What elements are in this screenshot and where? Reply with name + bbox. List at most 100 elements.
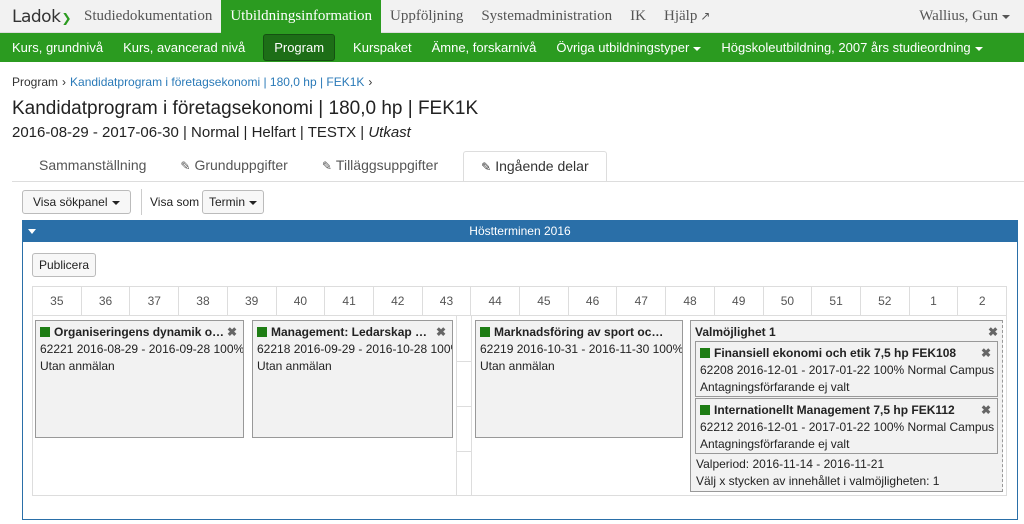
chevron-down-icon (693, 46, 702, 51)
week-header: 49 (715, 287, 764, 315)
week-header: 2 (958, 287, 1008, 315)
tab-tillaggsuppgifter[interactable]: ✎ Tilläggsuppgifter (305, 151, 455, 182)
logo-mark-icon: ❯ (61, 11, 71, 25)
course-details: 62219 2016-10-31 - 2016-11-30 100% Norma… (480, 342, 682, 356)
course-details: 62218 2016-09-29 - 2016-10-28 100% Norma… (257, 342, 452, 356)
course-application: Utan anmälan (257, 359, 332, 373)
valmojlighet-title: Valmöjlighet 1 (695, 325, 776, 339)
week-header: 38 (179, 287, 228, 315)
subtitle-details: 2016-08-29 - 2017-06-30 | Normal | Helfa… (12, 124, 369, 141)
breadcrumb: Program › Kandidatprogram i företagsekonom… (12, 75, 376, 89)
topnav-utbildningsinformation[interactable]: Utbildningsinformation (221, 0, 381, 33)
tab-divider (12, 181, 1024, 182)
topnav-systemadministration[interactable]: Systemadministration (472, 0, 621, 33)
course-title-text: Organiseringens dynamik och förändring (54, 325, 243, 339)
course-application: Utan anmälan (480, 359, 555, 373)
week-header: 36 (82, 287, 131, 315)
week-header: 50 (764, 287, 813, 315)
tab-grunduppgifter[interactable]: ✎ Grunduppgifter (163, 151, 304, 182)
course-card[interactable]: Organiseringens dynamik och förändring ✖… (35, 320, 244, 438)
subnav-program[interactable]: Program (263, 34, 336, 61)
week-header: 40 (277, 287, 326, 315)
option-details: 62208 2016-12-01 - 2017-01-22 100% Norma… (700, 363, 995, 377)
pencil-icon: ✎ (481, 160, 492, 174)
publicera-button[interactable]: Publicera (32, 253, 97, 277)
topnav-uppfoljning[interactable]: Uppföljning (381, 0, 472, 33)
visa-sokpanel-button[interactable]: Visa sökpanel (22, 190, 131, 214)
close-icon[interactable]: ✖ (981, 346, 991, 360)
pencil-icon: ✎ (321, 159, 332, 173)
valmojlighet-block: Valmöjlighet 1 ✖ Finansiell ekonomi och … (690, 320, 1003, 492)
week-header: 43 (423, 287, 472, 315)
option-card[interactable]: Internationellt Management 7,5 hp FEK112… (695, 398, 998, 454)
toolbar-divider (141, 189, 142, 215)
user-menu[interactable]: Wallius, Gun (919, 0, 1010, 33)
course-card[interactable]: Marknadsföring av sport och evenemang 62… (475, 320, 683, 438)
subnav-ovriga-label: Övriga utbildningstyper (556, 40, 690, 55)
breadcrumb-current[interactable]: Kandidatprogram i företagsekonomi | 180,… (70, 75, 364, 89)
option-application: Antagningsförfarande ej valt (700, 380, 850, 394)
close-icon[interactable]: ✖ (981, 403, 991, 417)
subnav-kurspaket[interactable]: Kurspaket (343, 35, 422, 60)
course-status-icon (480, 327, 490, 337)
visa-som-label: Visa som (150, 195, 200, 209)
week-header: 35 (33, 287, 82, 315)
course-title: Organiseringens dynamik och förändring (36, 321, 243, 339)
subnav-kurs-avancerad-niva[interactable]: Kurs, avancerad nivå (113, 35, 255, 60)
topnav-hjalp[interactable]: Hjälp ↗ (655, 0, 719, 33)
external-link-icon: ↗ (700, 9, 711, 23)
chevron-down-icon (1002, 14, 1010, 19)
course-card[interactable]: Management: Ledarskap och styrning ✖ 622… (252, 320, 453, 438)
option-application: Antagningsförfarande ej valt (700, 437, 850, 451)
week-header: 48 (666, 287, 715, 315)
chevron-down-icon (111, 200, 120, 205)
subnav-ovriga-utbildningstyper[interactable]: Övriga utbildningstyper (546, 35, 711, 60)
chevron-down-icon (974, 46, 983, 51)
course-application: Utan anmälan (40, 359, 115, 373)
breadcrumb-root[interactable]: Program (12, 75, 58, 89)
top-navigation: Studiedokumentation Utbildningsinformati… (75, 0, 719, 33)
status-label: Utkast (368, 124, 411, 141)
week-header: 41 (325, 287, 374, 315)
course-title-text: Marknadsföring av sport och evenemang (494, 325, 682, 339)
option-title-text: Internationellt Management 7,5 hp FEK112 (714, 403, 955, 417)
option-title: Finansiell ekonomi och etik 7,5 hp FEK10… (696, 342, 997, 360)
week-header: 51 (812, 287, 861, 315)
course-status-icon (257, 327, 267, 337)
course-status-icon (700, 405, 710, 415)
course-title-text: Management: Ledarskap och styrning (271, 325, 452, 339)
pencil-icon: ✎ (180, 159, 191, 173)
subnav-amne-forskarniva[interactable]: Ämne, forskarnivå (422, 35, 547, 60)
visa-som-select[interactable]: Termin (202, 190, 265, 214)
tab-bar: Sammanställning ✎ Grunduppgifter ✎ Tillägg… (22, 151, 607, 182)
tab-ingaende-delar[interactable]: ✎ Ingående delar (463, 151, 607, 182)
week-header: 45 (520, 287, 569, 315)
user-name: Wallius, Gun (919, 8, 998, 24)
tab-ingaende-delar-label: Ingående delar (495, 158, 589, 174)
subnav-hogskoleutbildning-2007[interactable]: Högskoleutbildning, 2007 års studieordni… (711, 35, 992, 60)
term-panel-header[interactable]: Höstterminen 2016 (22, 220, 1018, 242)
course-title: Management: Ledarskap och styrning (253, 321, 452, 339)
week-header: 44 (471, 287, 521, 315)
subnav-kurs-grundniva[interactable]: Kurs, grundnivå (0, 35, 113, 60)
option-title-text: Finansiell ekonomi och etik 7,5 hp FEK10… (714, 346, 957, 360)
page-title: Kandidatprogram i företagsekonomi | 180,… (12, 98, 479, 119)
valj-text: Välj x stycken av innehållet i valmöjlig… (696, 474, 940, 488)
breadcrumb-separator-icon: › (62, 75, 67, 89)
tab-tillaggsuppgifter-label: Tilläggsuppgifter (335, 157, 439, 173)
close-icon[interactable]: ✖ (988, 325, 998, 339)
grid-line (456, 451, 471, 452)
grid-line (456, 406, 471, 407)
course-details: 62221 2016-08-29 - 2016-09-28 100% Norma… (40, 342, 243, 356)
week-header: 42 (374, 287, 423, 315)
tab-sammanstallning[interactable]: Sammanställning (22, 151, 163, 182)
close-icon[interactable]: ✖ (227, 325, 237, 339)
close-icon[interactable]: ✖ (436, 325, 446, 339)
course-status-icon (40, 327, 50, 337)
topnav-ik[interactable]: IK (621, 0, 655, 33)
ladok-logo[interactable]: Ladok❯ (12, 7, 71, 27)
week-header: 37 (130, 287, 180, 315)
collapse-caret-icon[interactable] (28, 229, 36, 234)
topnav-studiedokumentation[interactable]: Studiedokumentation (75, 0, 221, 33)
option-card[interactable]: Finansiell ekonomi och etik 7,5 hp FEK10… (695, 341, 998, 397)
